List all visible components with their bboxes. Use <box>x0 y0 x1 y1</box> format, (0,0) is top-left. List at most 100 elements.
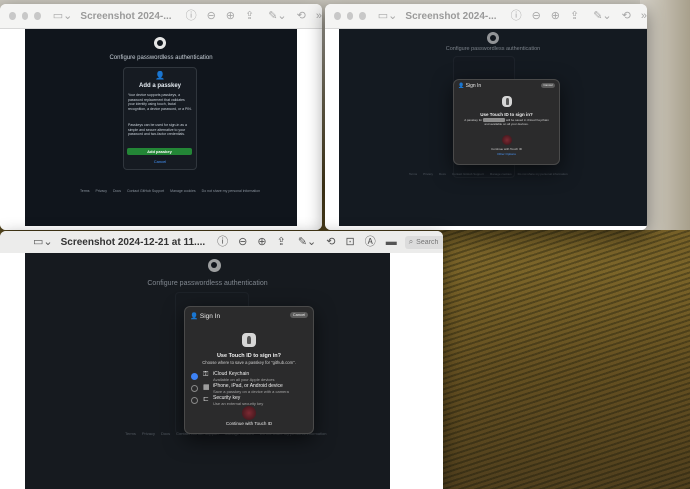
redact-icon[interactable]: ▬ <box>386 236 397 248</box>
window-3-titlebar[interactable]: ▭⌄ Screenshot 2024-12-21 at 11.... ⓘ ⊖ ⊕… <box>0 231 443 254</box>
dialog-heading: Use Touch ID to sign in? <box>480 112 533 117</box>
zoom-out-icon[interactable]: ⊖ <box>532 10 541 22</box>
accessibility-icon[interactable]: Ⓐ <box>365 236 376 248</box>
passkey-card: 👤 Add a passkey Your device supports pas… <box>123 67 197 170</box>
preview-window-1[interactable]: ▭⌄ Screenshot 2024-... ⓘ ⊖ ⊕ ⇪ ✎⌄ ⟲ » Co… <box>0 4 322 230</box>
page-heading: Configure passwordless authentication <box>445 46 541 52</box>
zoom-out-icon[interactable]: ⊖ <box>238 236 247 248</box>
zoom-button[interactable] <box>34 12 41 20</box>
footer-link[interactable]: Contact GitHub Support <box>127 189 164 193</box>
markup-icon[interactable]: ✎⌄ <box>268 10 286 22</box>
window-1-content: Configure passwordless authentication 👤 … <box>0 29 322 230</box>
touch-id-icon[interactable] <box>502 135 512 145</box>
info-icon[interactable]: ⓘ <box>511 10 522 22</box>
page-footer: Terms Privacy Docs Contact GitHub Suppor… <box>80 189 260 193</box>
dialog-text: A passkey for will be saved in iCloud Ke… <box>462 118 551 127</box>
card-text-1: Your device supports passkeys, a passwor… <box>128 93 192 112</box>
option-icloud-keychain[interactable]: ⚿ iCloud Keychain Available on all your … <box>191 371 275 382</box>
cancel-button[interactable]: Cancel <box>541 83 555 88</box>
zoom-out-icon[interactable]: ⊖ <box>207 10 216 22</box>
sidebar-toggle-icon[interactable]: ▭⌄ <box>378 10 398 22</box>
zoom-in-icon[interactable]: ⊕ <box>226 10 235 22</box>
window-2-content: Configure passwordless authentication Te… <box>325 29 647 230</box>
option-sublabel: Save a passkey on a device with a camera <box>213 389 289 394</box>
continue-touch-id[interactable]: Continue with Touch ID <box>185 421 313 426</box>
sidebar-toggle-icon[interactable]: ▭⌄ <box>53 10 73 22</box>
wallpaper-fog <box>640 0 690 230</box>
dialog-title: 👤 Sign In <box>190 313 221 320</box>
search-input[interactable] <box>413 238 443 246</box>
footer-link[interactable]: Privacy <box>96 189 107 193</box>
footer-link[interactable]: Docs <box>113 189 121 193</box>
zoom-button[interactable] <box>359 12 366 20</box>
sidebar-toggle-icon[interactable]: ▭⌄ <box>33 236 53 248</box>
page-heading: Configure passwordless authentication <box>147 280 268 287</box>
close-button[interactable] <box>334 12 341 20</box>
dialog-text-start: A passkey for <box>464 117 483 122</box>
cancel-button[interactable]: Cancel <box>290 312 308 318</box>
close-button[interactable] <box>9 12 16 20</box>
dialog-title: 👤 Sign In <box>458 83 482 89</box>
radio-button[interactable] <box>191 385 198 392</box>
radio-button[interactable] <box>191 397 198 404</box>
passwords-key-icon <box>502 96 512 107</box>
info-icon[interactable]: ⓘ <box>217 236 228 248</box>
more-icon[interactable]: » <box>641 10 647 22</box>
footer-link[interactable]: Docs <box>439 172 446 176</box>
footer-link[interactable]: Do not share my personal information <box>518 172 568 176</box>
window-1-titlebar[interactable]: ▭⌄ Screenshot 2024-... ⓘ ⊖ ⊕ ⇪ ✎⌄ ⟲ » <box>0 4 322 29</box>
continue-touch-id[interactable]: Continue with Touch ID <box>454 147 559 151</box>
share-icon[interactable]: ⇪ <box>245 10 254 22</box>
window-2-title: Screenshot 2024-... <box>405 10 497 22</box>
markup-icon[interactable]: ✎⌄ <box>593 10 611 22</box>
footer-link[interactable]: Terms <box>125 431 136 436</box>
sign-in-dialog: 👤 Sign In Cancel Use Touch ID to sign in… <box>184 306 314 434</box>
zoom-in-icon[interactable]: ⊕ <box>551 10 560 22</box>
preview-window-2[interactable]: ▭⌄ Screenshot 2024-... ⓘ ⊖ ⊕ ⇪ ✎⌄ ⟲ » Co… <box>325 4 647 230</box>
wallpaper-vineyard <box>440 230 690 489</box>
footer-link[interactable]: Privacy <box>423 172 433 176</box>
footer-link[interactable]: Contact GitHub Support <box>452 172 484 176</box>
share-icon[interactable]: ⇪ <box>277 236 286 248</box>
radio-button[interactable] <box>191 373 198 380</box>
window-2-titlebar[interactable]: ▭⌄ Screenshot 2024-... ⓘ ⊖ ⊕ ⇪ ✎⌄ ⟲ » <box>325 4 647 29</box>
minimize-button[interactable] <box>21 12 29 20</box>
rotate-icon[interactable]: ⟲ <box>622 10 631 22</box>
card-text-2: Passkeys can be used for sign-in as a si… <box>128 123 187 137</box>
footer-link[interactable]: Terms <box>80 189 90 193</box>
github-logo-icon <box>208 259 221 272</box>
qr-code-icon: ▦ <box>203 384 210 391</box>
add-passkey-button[interactable]: Add passkey <box>127 148 192 155</box>
footer-link[interactable]: Do not share my personal information <box>202 189 260 193</box>
card-title: Add a passkey <box>138 83 182 89</box>
cancel-link[interactable]: Cancel <box>124 159 196 164</box>
footer-link[interactable]: Docs <box>161 431 170 436</box>
search-field[interactable]: ⌕ <box>404 235 443 249</box>
crop-icon[interactable]: ⊡ <box>345 236 354 248</box>
rotate-icon[interactable]: ⟲ <box>297 10 306 22</box>
more-icon[interactable]: » <box>316 10 322 22</box>
other-options-link[interactable]: Other Options <box>454 152 559 156</box>
footer-link[interactable]: Manage cookies <box>170 189 196 193</box>
window-3-content: Configure passwordless authentication Te… <box>0 253 443 489</box>
markup-icon[interactable]: ✎⌄ <box>298 236 316 248</box>
preview-window-3[interactable]: ▭⌄ Screenshot 2024-12-21 at 11.... ⓘ ⊖ ⊕… <box>0 231 443 489</box>
github-logo-icon <box>487 32 499 44</box>
rotate-icon[interactable]: ⟲ <box>326 236 335 248</box>
info-icon[interactable]: ⓘ <box>186 10 197 22</box>
footer-link[interactable]: Privacy <box>142 431 155 436</box>
option-phone-device[interactable]: ▦ iPhone, iPad, or Android device Save a… <box>191 383 289 394</box>
github-screenshot: Configure passwordless authentication 👤 … <box>25 29 297 226</box>
redacted-account <box>483 118 506 122</box>
github-logo-icon <box>154 37 166 49</box>
option-security-key[interactable]: ⊏ Security key Use an external security … <box>191 395 263 406</box>
share-icon[interactable]: ⇪ <box>570 10 579 22</box>
footer-link[interactable]: Manage cookies <box>490 172 512 176</box>
zoom-in-icon[interactable]: ⊕ <box>257 236 266 248</box>
dialog-subheading: Choose where to save a passkey for "gith… <box>202 360 296 365</box>
security-key-icon: ⊏ <box>203 396 209 403</box>
minimize-button[interactable] <box>346 12 354 20</box>
touch-id-icon[interactable] <box>242 406 256 420</box>
footer-link[interactable]: Terms <box>409 172 417 176</box>
window-1-title: Screenshot 2024-... <box>80 10 172 22</box>
